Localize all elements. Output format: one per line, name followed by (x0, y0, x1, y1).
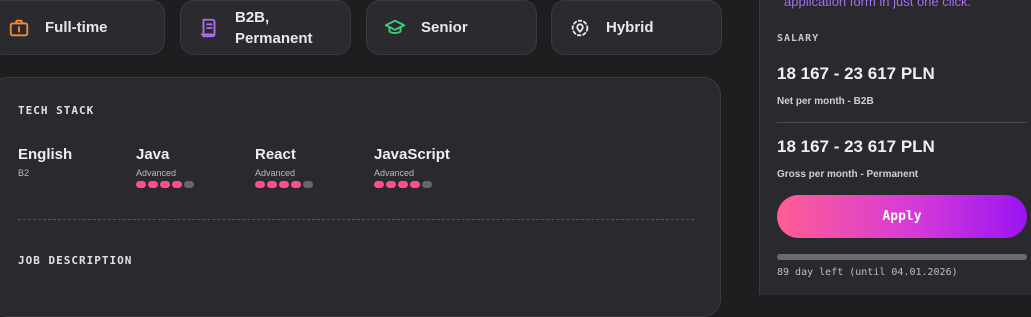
briefcase-icon (7, 16, 31, 40)
promo-text: application form in just one click. (784, 0, 972, 9)
skill-dot-empty (422, 181, 432, 188)
skill-dot-filled (374, 181, 384, 188)
skill-react: React Advanced (255, 146, 313, 188)
chip-contract-type: B2B, Permanent (180, 0, 351, 55)
skill-level: Advanced (136, 168, 177, 178)
skill-level: B2 (18, 168, 30, 178)
skill-dot-filled (398, 181, 408, 188)
skill-dot-filled (386, 181, 396, 188)
skill-javascript: JavaScript Advanced (374, 146, 450, 188)
deadline-progress-fill (777, 254, 1027, 260)
skill-name: English (18, 146, 73, 163)
job-details-card (0, 77, 721, 317)
skill-dot-filled (148, 181, 158, 188)
salary-amount-permanent: 18 167 - 23 617 PLN (777, 137, 935, 156)
skill-dot-filled (136, 181, 146, 188)
skill-level-dots (255, 181, 313, 188)
skill-name: JavaScript (374, 146, 450, 163)
deadline-text: 89 day left (until 04.01.2026) (777, 267, 958, 278)
salary-amount-b2b: 18 167 - 23 617 PLN (777, 64, 935, 83)
salary-note-b2b: Net per month - B2B (777, 96, 874, 107)
section-divider (18, 219, 694, 220)
tech-stack-title: TECH STACK (18, 104, 95, 117)
skill-level: Advanced (374, 168, 415, 178)
salary-note-permanent: Gross per month - Permanent (777, 169, 919, 180)
skill-java: Java Advanced (136, 146, 194, 188)
skill-english: English B2 (18, 146, 72, 178)
skill-level: Advanced (255, 168, 296, 178)
deadline-progress-bar (777, 254, 1027, 260)
skill-dot-filled (291, 181, 301, 188)
chip-label: Senior (421, 19, 468, 36)
skill-dot-empty (303, 181, 313, 188)
salary-label: SALARY (777, 33, 820, 44)
skill-dot-filled (172, 181, 182, 188)
chip-label: B2B, Permanent (235, 8, 313, 47)
chip-seniority: Senior (366, 0, 537, 55)
contract-icon (197, 16, 221, 40)
skill-dot-filled (160, 181, 170, 188)
skill-dot-empty (184, 181, 194, 188)
salary-divider (777, 122, 1027, 123)
skill-dot-filled (279, 181, 289, 188)
graduation-cap-icon (383, 16, 407, 40)
chip-employment-type: Full-time (0, 0, 165, 55)
chip-label: Hybrid (606, 19, 654, 36)
job-description-title: JOB DESCRIPTION (18, 254, 133, 267)
skill-level-dots (374, 181, 450, 188)
apply-button[interactable]: Apply (777, 195, 1027, 238)
chip-label: Full-time (45, 19, 108, 36)
skill-dot-filled (410, 181, 420, 188)
skill-name: React (255, 146, 296, 163)
skill-dot-filled (255, 181, 265, 188)
location-pin-icon (568, 16, 592, 40)
skill-name: Java (136, 146, 170, 163)
skill-dot-filled (267, 181, 277, 188)
chip-work-mode: Hybrid (551, 0, 722, 55)
skill-level-dots (136, 181, 194, 188)
